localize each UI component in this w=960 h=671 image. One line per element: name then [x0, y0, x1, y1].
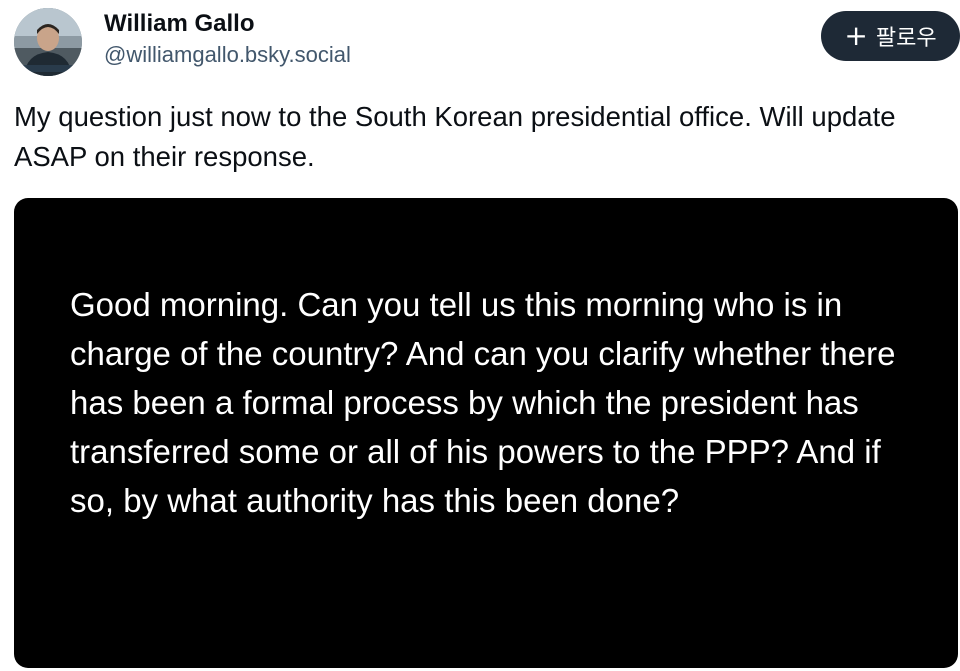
author-display-name[interactable]: William Gallo [104, 8, 351, 40]
post-image-text: Good morning. Can you tell us this morni… [70, 286, 896, 519]
post-card: William Gallo @williamgallo.bsky.social … [0, 0, 960, 671]
follow-button-label: 팔로우 [875, 26, 937, 51]
author-handle[interactable]: @williamgallo.bsky.social [104, 40, 351, 70]
post-image[interactable]: Good morning. Can you tell us this morni… [14, 198, 958, 668]
plus-icon: + [844, 19, 868, 52]
author-info: William Gallo @williamgallo.bsky.social [104, 8, 351, 70]
post-text: My question just now to the South Korean… [14, 101, 896, 172]
author-avatar[interactable] [14, 8, 82, 76]
avatar-image [14, 8, 82, 76]
follow-button[interactable]: + 팔로우 [821, 11, 960, 61]
